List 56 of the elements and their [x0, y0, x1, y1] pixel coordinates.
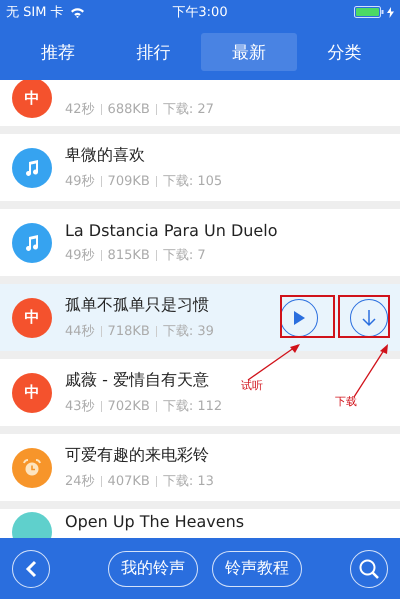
category-tab[interactable]: 分类 [296, 33, 392, 71]
size-text: 702KB [108, 398, 150, 414]
highlight-frame [280, 295, 335, 338]
annotation-label: 下载 [335, 394, 357, 409]
search-icon [358, 558, 380, 580]
play-icon [291, 310, 307, 326]
arrow [246, 342, 302, 382]
ringtone-title: Open Up The Heavens [65, 512, 244, 531]
ringtone-title: La Dstancia Para Un Duelo [65, 221, 278, 240]
highlight-frame [338, 295, 390, 338]
ringtone-title: 戚薇 - 爱情自有天意 [65, 370, 209, 391]
size-text: 709KB [108, 174, 150, 188]
category-tab[interactable]: 排行 [106, 33, 201, 71]
download-count: 下载: 112 [162, 398, 222, 415]
avatar-badge: 中 [12, 372, 52, 412]
ringtone-title: 可爱有趣的来电彩铃 [65, 445, 209, 466]
ringtone-row[interactable]: 中 42秒 688KB 下载: 27 [0, 80, 400, 126]
ringtone-row[interactable]: La Dstancia Para Un Duelo 49秒 815KB 下载: 7 [0, 209, 400, 276]
duration-text: 24秒 [65, 473, 95, 490]
wifi-icon [70, 6, 85, 18]
category-tab[interactable]: 最新 [201, 33, 296, 71]
ringtone-row[interactable]: Open Up The Heavens [0, 509, 400, 538]
size-text: 407KB [108, 474, 150, 488]
avatar-badge: 中 [12, 298, 52, 338]
ringtone-title: 孤单不孤单只是习惯 [65, 295, 209, 316]
duration-text: 44秒 [65, 323, 95, 340]
battery-icon [354, 6, 384, 18]
size-text: 718KB [108, 324, 150, 338]
play-button[interactable] [280, 298, 318, 336]
category-tab[interactable]: 推荐 [10, 33, 106, 71]
ringtone-row[interactable]: 可爱有趣的来电彩铃 24秒 407KB 下载: 13 [0, 434, 400, 501]
download-count: 下载: 7 [162, 247, 206, 264]
ringtone-row[interactable]: 卑微的喜欢 49秒 709KB 下载: 105 [0, 134, 400, 201]
download-count: 下载: 27 [162, 101, 214, 118]
annotation-label: 试听 [241, 378, 263, 393]
size-text: 688KB [108, 102, 150, 116]
ringtone-title: 卑微的喜欢 [65, 145, 145, 166]
size-text: 815KB [108, 248, 150, 262]
carrier-label: 无 SIM 卡 [6, 4, 64, 21]
ringtone-row[interactable]: 中 孤单不孤单只是习惯 44秒 718KB 下载: 39 [0, 284, 400, 351]
chevron-left-icon [25, 560, 37, 578]
download-count: 下载: 13 [162, 473, 214, 490]
search-button[interactable] [350, 550, 388, 588]
download-button[interactable] [350, 298, 388, 336]
clock-time: 下午3:00 [172, 4, 228, 21]
bottom-link-button[interactable]: 我的铃声 [108, 550, 198, 586]
avatar-badge: 中 [12, 80, 52, 118]
bottom-link-button[interactable]: 铃声教程 [212, 550, 302, 586]
back-button[interactable] [12, 550, 50, 588]
duration-text: 43秒 [65, 398, 95, 415]
download-arrow-icon [360, 308, 378, 328]
duration-text: 49秒 [65, 173, 95, 190]
duration-text: 49秒 [65, 247, 95, 264]
download-count: 下载: 105 [162, 173, 222, 190]
duration-text: 42秒 [65, 101, 95, 118]
download-count: 下载: 39 [162, 323, 214, 340]
